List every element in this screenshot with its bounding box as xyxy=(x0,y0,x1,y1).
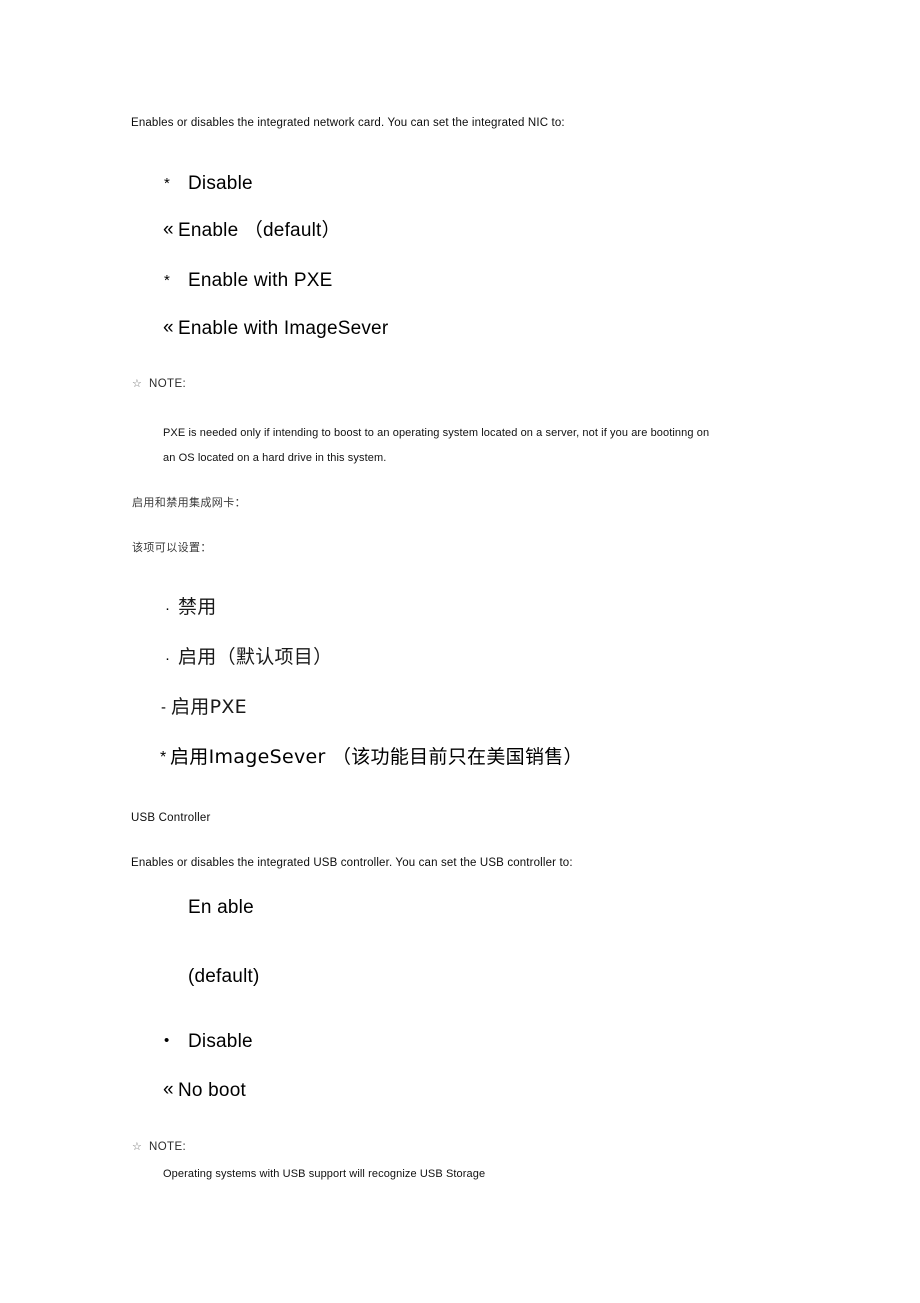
bullet-marker-guillemet: « xyxy=(163,317,174,338)
bullet-marker-asterisk: * xyxy=(160,749,167,766)
nic-option-label: Enable （default） xyxy=(178,220,341,241)
bullet-marker-asterisk: * xyxy=(164,272,170,289)
note-line: Operating systems with USB support will … xyxy=(163,1168,486,1180)
note-title: NOTE: xyxy=(149,378,187,390)
usb-option-label: En able xyxy=(188,897,254,918)
nic-option-label: Disable xyxy=(188,173,253,194)
usb-intro-paragraph: Enables or disables the integrated USB c… xyxy=(131,857,573,869)
usb-option-label: No boot xyxy=(178,1080,246,1101)
chinese-option-label: 禁用 xyxy=(178,596,217,618)
usb-controller-section-title: USB Controller xyxy=(131,812,211,824)
chinese-heading-settable-options: 该项可以设置： xyxy=(132,541,212,554)
hollow-star-icon: ☆ xyxy=(132,1141,142,1153)
note-title: NOTE: xyxy=(149,1141,187,1153)
bullet-marker-guillemet: « xyxy=(163,219,174,240)
nic-option-label: Enable with ImageSever xyxy=(178,318,389,339)
bullet-marker-middot: · xyxy=(165,650,170,667)
bullet-marker-asterisk: * xyxy=(164,175,170,192)
chinese-option-label: 启用（默认项目） xyxy=(178,646,333,668)
bullet-marker-dot: • xyxy=(164,1032,170,1049)
note-line: an OS located on a hard drive in this sy… xyxy=(163,452,387,464)
usb-option-label: (default) xyxy=(188,966,260,987)
bullet-marker-hyphen: - xyxy=(161,699,166,716)
chinese-option-label: 启用ImageSever （该功能目前只在美国销售） xyxy=(170,746,583,768)
chinese-heading-nic-enable-disable: 启用和禁用集成网卡： xyxy=(132,496,246,509)
chinese-option-label: 启用PXE xyxy=(171,696,247,718)
nic-intro-paragraph: Enables or disables the integrated netwo… xyxy=(131,117,565,129)
bullet-marker-guillemet: « xyxy=(163,1079,174,1100)
usb-option-label: Disable xyxy=(188,1031,253,1052)
bullet-marker-middot: · xyxy=(165,600,170,617)
document-page: Enables or disables the integrated netwo… xyxy=(0,0,920,1303)
hollow-star-icon: ☆ xyxy=(132,378,142,390)
nic-option-label: Enable with PXE xyxy=(188,270,333,291)
note-line: PXE is needed only if intending to boost… xyxy=(163,427,710,439)
